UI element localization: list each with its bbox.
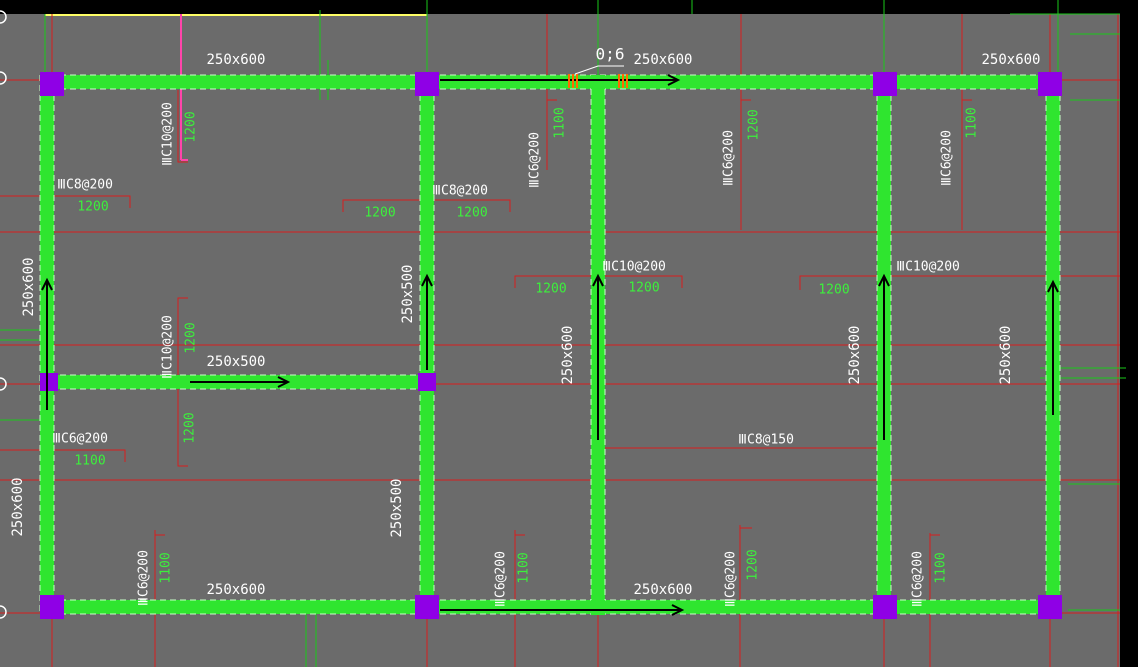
rebar-label-1: ⅢC10@200: [161, 102, 176, 166]
beam-size-label-8: 250x500: [389, 478, 405, 537]
rebar-label-2: ⅢC6@200: [528, 132, 543, 188]
beam-size-label-2: 250x600: [633, 52, 692, 68]
beam-size-label-9: 250x600: [21, 257, 37, 316]
rebar-label-12: ⅢC6@200: [137, 550, 152, 606]
rebar-label-5: ⅢC8@200: [57, 178, 113, 193]
column-5[interactable]: [40, 373, 58, 391]
length-label-2: 1100: [553, 107, 568, 138]
rebar-label-13: ⅢC6@200: [494, 551, 509, 607]
beam-size-label-11: 250x600: [560, 325, 576, 384]
beam-size-label-12: 250x600: [847, 325, 863, 384]
length-label-8: 1200: [535, 282, 566, 297]
column-8[interactable]: [415, 595, 439, 619]
length-label-15: 1100: [517, 552, 532, 583]
beam-size-label-6: 250x500: [206, 354, 265, 370]
column-1[interactable]: [40, 72, 64, 96]
beam-bottom[interactable]: [40, 600, 1062, 614]
right-black-band: [1120, 0, 1138, 667]
rebar-label-7: ⅢC10@200: [602, 260, 666, 275]
top-black-band: [0, 0, 1138, 14]
beam-size-label-4: 250x600: [206, 582, 265, 598]
rebar-label-9: ⅢC10@200: [161, 315, 176, 379]
rebar-label-14: ⅢC6@200: [724, 551, 739, 607]
cad-canvas[interactable]: 0;6 250x600 250x600 250x600 250x600 250x600 25…: [0, 0, 1138, 667]
beam-top[interactable]: [40, 75, 1062, 89]
column-9[interactable]: [873, 595, 897, 619]
rebar-label-11: ⅢC8@150: [738, 433, 794, 448]
length-label-9: 1200: [628, 281, 659, 296]
rebar-label-15: ⅢC6@200: [911, 551, 926, 607]
beam-size-label-10: 250x600: [10, 477, 26, 536]
rebar-label-3: ⅢC6@200: [722, 130, 737, 186]
beam-size-label-5: 250x600: [633, 582, 692, 598]
rebar-label-10: ⅢC6@200: [52, 432, 108, 447]
column-4[interactable]: [1038, 72, 1062, 96]
beam-size-label-7: 250x500: [400, 264, 416, 323]
length-label-5: 1200: [77, 200, 108, 215]
top-mark-label: 0;6: [596, 45, 625, 64]
rebar-label-6: ⅢC8@200: [432, 184, 488, 199]
length-label-16: 1200: [746, 549, 761, 580]
floor-plan-drawing[interactable]: 0;6 250x600 250x600 250x600 250x600 250x600 25…: [0, 0, 1138, 667]
column-6[interactable]: [418, 373, 436, 391]
length-label-1: 1200: [184, 111, 199, 142]
column-10[interactable]: [1038, 595, 1062, 619]
beam-size-label-1: 250x600: [206, 52, 265, 68]
length-label-17: 1100: [934, 552, 949, 583]
length-label-4: 1100: [965, 107, 980, 138]
rebar-label-4: ⅢC6@200: [940, 130, 955, 186]
length-label-11: 1200: [184, 322, 199, 353]
column-2[interactable]: [415, 72, 439, 96]
length-label-10: 1200: [818, 283, 849, 298]
length-label-13: 1100: [74, 454, 105, 469]
length-label-3: 1200: [747, 109, 762, 140]
rebar-label-8: ⅢC10@200: [896, 260, 960, 275]
length-label-12: 1200: [183, 412, 198, 443]
length-label-7: 1200: [456, 206, 487, 221]
length-label-14: 1100: [159, 552, 174, 583]
column-7[interactable]: [40, 595, 64, 619]
beam-size-label-3: 250x600: [981, 52, 1040, 68]
column-3[interactable]: [873, 72, 897, 96]
beam-size-label-13: 250x600: [998, 325, 1014, 384]
length-label-6: 1200: [364, 206, 395, 221]
